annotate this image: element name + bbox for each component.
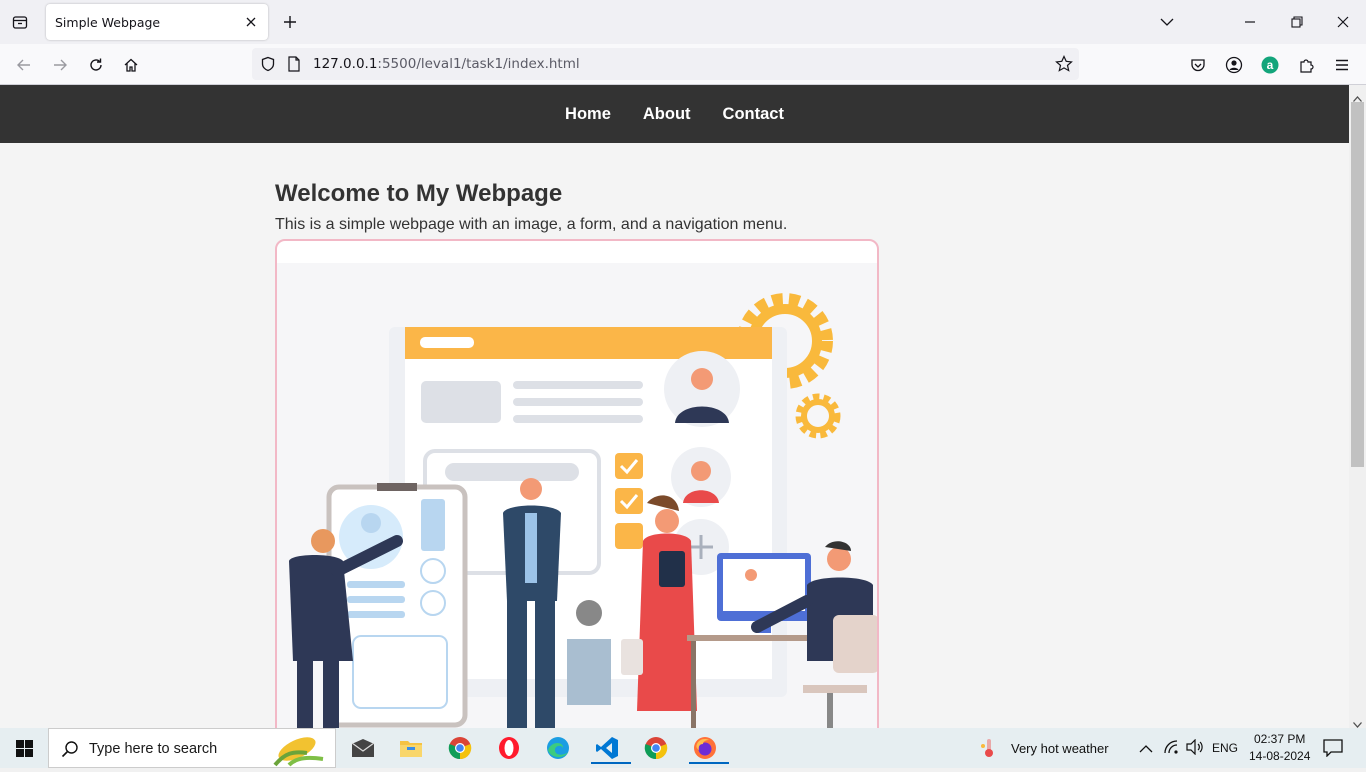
corn-search-highlight-icon: [267, 731, 327, 772]
show-hidden-icons-icon[interactable]: [1139, 741, 1153, 759]
hero-image: [275, 239, 879, 728]
wifi-icon[interactable]: [1163, 739, 1181, 760]
nav-link-home[interactable]: Home: [565, 105, 611, 124]
url-host: 127.0.0.1: [313, 56, 378, 72]
extensions-puzzle-icon[interactable]: [1293, 52, 1319, 78]
new-tab-icon[interactable]: [280, 12, 300, 32]
opera-icon[interactable]: [489, 732, 529, 764]
weather-text[interactable]: Very hot weather: [1011, 741, 1109, 756]
intro-paragraph: This is a simple webpage with an image, …: [275, 216, 788, 233]
web-page: Home About Contact Welcome to My Webpage…: [0, 85, 1349, 728]
vscode-active-indicator: [591, 762, 631, 764]
address-bar[interactable]: 127.0.0.1:5500/leval1/task1/index.html: [252, 48, 1079, 80]
reload-icon[interactable]: [83, 52, 109, 78]
notifications-icon[interactable]: [1323, 739, 1343, 762]
page-icon[interactable]: [287, 56, 301, 77]
team-illustration: [277, 263, 877, 728]
edge-icon[interactable]: [538, 732, 578, 764]
firefox-active-indicator: [689, 762, 729, 764]
minimize-icon[interactable]: [1238, 10, 1262, 34]
forward-icon[interactable]: [47, 52, 73, 78]
close-tab-icon[interactable]: [242, 13, 260, 31]
bookmark-star-icon[interactable]: [1055, 55, 1073, 78]
volume-icon[interactable]: [1186, 738, 1204, 760]
language-indicator[interactable]: ENG: [1212, 741, 1238, 755]
weather-thermometer-icon[interactable]: [979, 738, 999, 763]
chrome-profile-icon[interactable]: [636, 732, 676, 764]
url-text[interactable]: 127.0.0.1:5500/leval1/task1/index.html: [313, 56, 580, 72]
firefox-icon[interactable]: [685, 732, 729, 764]
page-scrollbar[interactable]: [1349, 85, 1366, 728]
clock-time[interactable]: 02:37 PM: [1254, 732, 1305, 746]
account-icon[interactable]: [1221, 52, 1247, 78]
chevron-down-icon[interactable]: [1155, 10, 1179, 34]
search-icon: [61, 740, 79, 763]
browser-tab-strip: Simple Webpage: [0, 0, 1366, 44]
chrome-icon[interactable]: [440, 732, 480, 764]
close-window-icon[interactable]: [1331, 10, 1355, 34]
nav-link-about[interactable]: About: [643, 105, 691, 124]
home-icon[interactable]: [118, 52, 144, 78]
scrollbar-thumb[interactable]: [1351, 102, 1364, 467]
menu-hamburger-icon[interactable]: [1329, 52, 1355, 78]
page-title: Welcome to My Webpage: [275, 180, 563, 207]
windows-start-icon[interactable]: [0, 728, 48, 768]
extension-a-icon[interactable]: a: [1257, 52, 1283, 78]
vscode-icon[interactable]: [587, 732, 631, 764]
tab-simple-webpage[interactable]: Simple Webpage: [46, 4, 268, 40]
list-tabs-icon[interactable]: [8, 10, 32, 34]
back-icon[interactable]: [11, 52, 37, 78]
mail-icon[interactable]: [343, 732, 383, 764]
tab-title: Simple Webpage: [55, 14, 161, 30]
taskbar-search[interactable]: Type here to search: [48, 728, 336, 768]
clock-date[interactable]: 14-08-2024: [1249, 749, 1310, 763]
file-explorer-icon[interactable]: [391, 732, 431, 764]
search-placeholder: Type here to search: [89, 741, 218, 757]
restore-icon[interactable]: [1285, 10, 1309, 34]
pocket-icon[interactable]: [1185, 52, 1211, 78]
taskbar: Type here to search Very hot weather ENG…: [0, 728, 1366, 768]
nav-link-contact[interactable]: Contact: [723, 105, 784, 124]
svg-text:a: a: [1267, 58, 1274, 72]
browser-toolbar: 127.0.0.1:5500/leval1/task1/index.html a: [0, 44, 1366, 85]
url-path: :5500/leval1/task1/index.html: [377, 56, 580, 72]
shield-icon[interactable]: [260, 56, 276, 77]
site-navigation: Home About Contact: [0, 85, 1349, 143]
